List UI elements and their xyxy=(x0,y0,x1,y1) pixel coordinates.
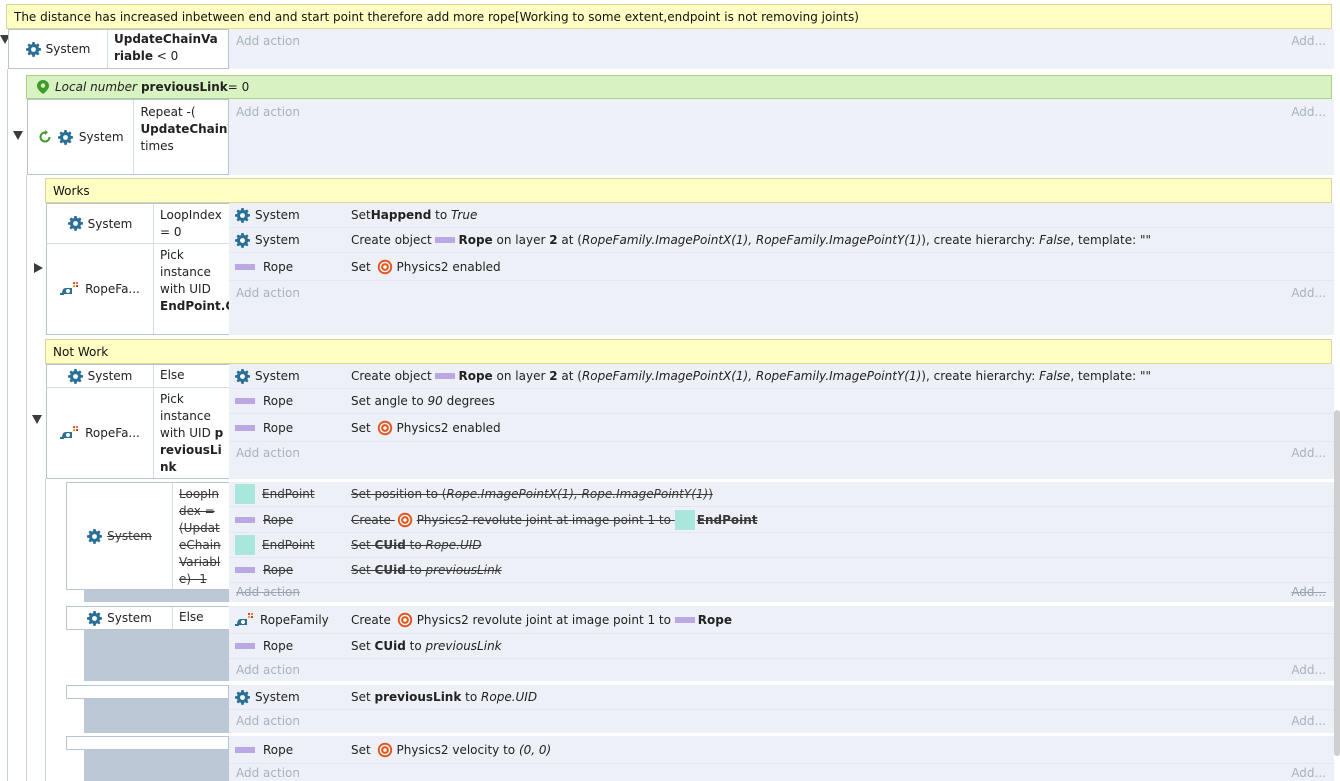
condition-text: LoopIndex = 0 xyxy=(160,208,222,239)
event-6-condition[interactable]: System Else xyxy=(67,607,229,629)
condition-object: RopeFa... xyxy=(47,388,154,478)
action-row[interactable]: Rope Set Physics2 enabled xyxy=(229,414,1334,442)
vertical-scrollbar[interactable] xyxy=(1334,410,1340,756)
object-name: System xyxy=(78,130,124,144)
rope-object-icon xyxy=(235,567,255,573)
action-row[interactable]: EndPoint Set position to (Rope.ImagePoin… xyxy=(229,482,1334,507)
repeat-loop-icon xyxy=(39,130,51,143)
rope-object-icon xyxy=(235,516,255,523)
gear-icon xyxy=(58,130,73,145)
event-8-conditions xyxy=(66,736,229,750)
condition-object: System xyxy=(9,30,108,68)
endpoint-object-icon xyxy=(674,509,695,530)
rope-object-icon xyxy=(235,263,255,270)
gear-icon xyxy=(235,208,250,223)
gear-icon xyxy=(26,42,41,57)
comment-not-work[interactable]: Not Work xyxy=(45,339,1332,364)
comment-works[interactable]: Works xyxy=(45,178,1332,203)
local-variable[interactable]: Local number previousLink = 0 xyxy=(26,75,1332,99)
action-row[interactable]: System Create object Rope on layer 2 at … xyxy=(229,228,1334,253)
object-name: System xyxy=(45,42,91,56)
collapse-toggle-ev2[interactable] xyxy=(13,131,23,140)
local-var-value: = 0 xyxy=(227,80,250,94)
family-icon xyxy=(60,426,80,440)
rope-object-icon xyxy=(435,237,456,243)
rope-object-icon xyxy=(235,747,255,753)
physics-behavior-icon xyxy=(377,420,393,436)
add-action-ev6[interactable]: Add action Add... xyxy=(230,659,1332,681)
add-action-ev5[interactable]: Add action Add... xyxy=(230,583,1332,601)
gear-icon xyxy=(87,529,102,544)
add-action-ev4[interactable]: Add action Add... xyxy=(230,442,1332,464)
comment-text: The distance has increased inbetween end… xyxy=(14,9,859,24)
rope-object-icon xyxy=(435,373,456,379)
rope-object-icon xyxy=(235,398,255,404)
condition-text: UpdateChainVariable < 0 xyxy=(114,32,218,63)
action-row[interactable]: EndPoint Set CUid to Rope.UID xyxy=(229,533,1334,558)
gear-icon xyxy=(235,690,250,705)
event-4-condition-2[interactable]: RopeFa... Pick instance with UID previou… xyxy=(47,388,229,478)
endpoint-object-icon xyxy=(235,484,255,504)
event-1-condition[interactable]: System UpdateChainVariable < 0 xyxy=(8,29,229,69)
condition-object: System xyxy=(47,365,154,387)
action-row[interactable]: Rope Set angle to 90 degrees xyxy=(229,389,1334,414)
condition-object: RopeFa... xyxy=(47,244,154,334)
gear-icon xyxy=(68,369,83,384)
collapse-toggle-ev4[interactable] xyxy=(32,415,42,424)
physics-behavior-icon xyxy=(397,512,413,528)
add-action-ev7[interactable]: Add action Add... xyxy=(230,710,1332,732)
local-var-prefix: Local number xyxy=(55,80,137,94)
action-row[interactable]: Rope Set CUid to previousLink xyxy=(229,634,1334,659)
condition-text: Repeat -(UpdateChainVariable)times xyxy=(140,105,228,153)
event-5-condition[interactable]: System LoopIndex = (UpdateChainVariable)… xyxy=(67,483,229,589)
action-row[interactable]: RopeFamily Create Physics2 revolute join… xyxy=(229,607,1334,634)
gear-icon xyxy=(68,216,83,231)
action-row[interactable]: Rope Set Physics2 enabled xyxy=(229,253,1334,281)
condition-text: Else xyxy=(160,368,185,382)
add-action-ev3[interactable]: Add action Add... xyxy=(230,282,1332,304)
action-row[interactable]: System Set previousLink to Rope.UID xyxy=(229,685,1334,710)
event-3-condition-1[interactable]: System LoopIndex = 0 xyxy=(47,204,229,244)
rope-object-icon xyxy=(235,424,255,431)
condition-text: LoopIndex = (UpdateChainVariable) -1 xyxy=(179,487,221,586)
condition-object: System xyxy=(67,483,173,589)
event-7-conditions xyxy=(66,685,229,699)
physics-behavior-icon xyxy=(397,612,413,628)
condition-text: Pick instance with UID previousLink xyxy=(160,392,224,474)
condition-object: System xyxy=(47,204,154,243)
physics-behavior-icon xyxy=(377,742,393,758)
event-2-condition[interactable]: System Repeat -(UpdateChainVariable)time… xyxy=(27,99,229,175)
add-action-ev2[interactable]: Add action Add... xyxy=(230,101,1332,123)
action-row[interactable]: Rope Set Physics2 velocity to (0, 0) xyxy=(229,737,1334,764)
event-4-condition-1[interactable]: System Else xyxy=(47,365,229,388)
condition-object: System xyxy=(67,607,173,629)
location-pin-icon xyxy=(37,80,49,94)
condition-object: System xyxy=(28,100,135,174)
add-action-ev8[interactable]: Add action Add... xyxy=(230,764,1332,781)
action-row[interactable]: Rope Set CUid to previousLink xyxy=(229,558,1334,583)
gear-icon xyxy=(235,369,250,384)
family-icon xyxy=(60,282,80,296)
family-icon xyxy=(235,613,255,627)
endpoint-object-icon xyxy=(235,535,255,555)
local-var-name: previousLink xyxy=(140,80,228,94)
add-action-ev1[interactable]: Add action Add... xyxy=(230,30,1332,52)
gear-icon xyxy=(87,611,102,626)
action-row[interactable]: Rope Create Physics2 revolute joint at i… xyxy=(229,507,1334,533)
rope-object-icon xyxy=(674,617,695,623)
gear-icon xyxy=(235,233,250,248)
physics-behavior-icon xyxy=(377,259,393,275)
condition-text: Pick instance with UID EndPoint.CUid xyxy=(160,248,229,313)
event-3-condition-2[interactable]: RopeFa... Pick instance with UID EndPoin… xyxy=(47,244,229,334)
action-row[interactable]: System Set Happend to True xyxy=(229,203,1334,228)
rope-object-icon xyxy=(235,643,255,649)
action-row[interactable]: System Create object Rope on layer 2 at … xyxy=(229,364,1334,389)
expand-toggle-ev3[interactable] xyxy=(34,263,43,273)
condition-text: Else xyxy=(179,610,204,624)
event-comment-top[interactable]: The distance has increased inbetween end… xyxy=(6,4,1332,29)
